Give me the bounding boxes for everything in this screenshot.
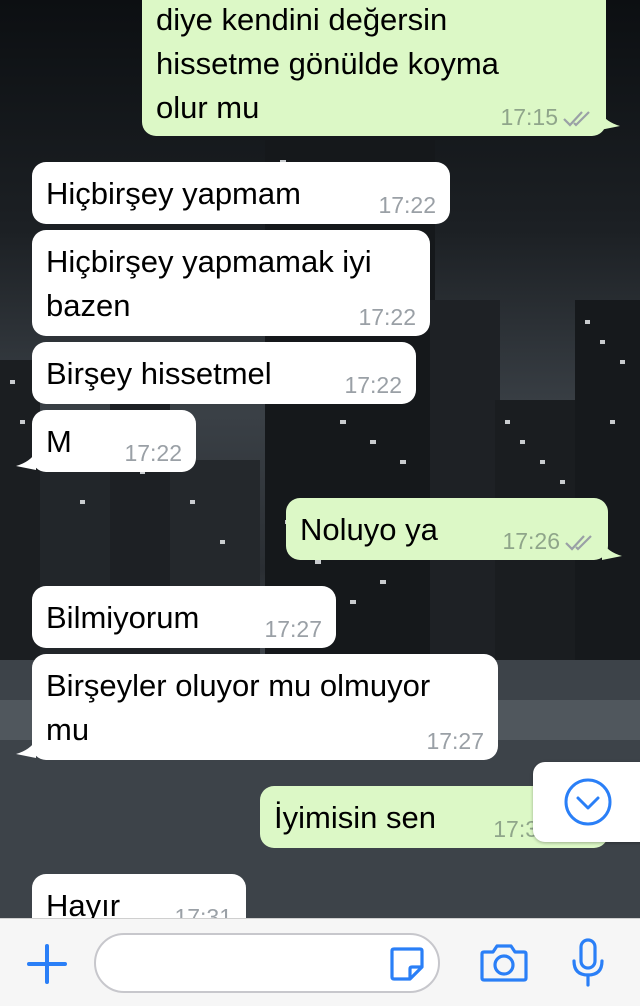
message-bubble-incoming[interactable]: Birşey hissetmel 17:22 <box>32 342 416 404</box>
message-bubble-incoming[interactable]: M 17:22 <box>32 410 196 472</box>
message-time: 17:27 <box>264 616 322 642</box>
message-text: Birşeyler oluyor mu olmuyor mu <box>46 668 431 747</box>
attach-button[interactable] <box>22 939 72 989</box>
message-time: 17:22 <box>378 192 436 218</box>
bubble-tail <box>16 452 36 470</box>
message-time: 17:26 <box>502 528 560 554</box>
bubble-tail <box>600 112 620 130</box>
double-check-icon <box>563 111 590 127</box>
camera-icon <box>480 944 528 982</box>
message-bubble-incoming[interactable]: Birşeyler oluyor mu olmuyor mu 17:27 <box>32 654 498 760</box>
message-time: 17:22 <box>358 304 416 330</box>
camera-button[interactable] <box>476 937 532 989</box>
message-time: 17:15 <box>500 104 558 130</box>
message-time: 17:27 <box>426 728 484 754</box>
message-bubble-outgoing[interactable]: Noluyo ya 17:26 <box>286 498 608 560</box>
double-check-icon <box>565 535 592 551</box>
bubble-tail <box>16 740 36 758</box>
microphone-icon <box>572 938 604 987</box>
composer-bar <box>0 918 640 1006</box>
scroll-to-bottom-button[interactable] <box>533 762 640 842</box>
message-bubble-incoming[interactable]: Hiçbirşey yapmam 17:22 <box>32 162 450 224</box>
sticker-icon <box>390 947 424 981</box>
microphone-button[interactable] <box>564 935 612 991</box>
sticker-button[interactable] <box>386 943 428 985</box>
message-time: 17:22 <box>124 440 182 466</box>
plus-icon <box>27 944 67 984</box>
message-bubble-outgoing[interactable]: diye kendini değersin hissetme gönülde k… <box>142 0 606 136</box>
message-bubble-incoming[interactable]: Hiçbirşey yapmamak iyi bazen 17:22 <box>32 230 430 336</box>
chevron-down-circle-icon <box>564 778 612 826</box>
message-time: 17:3 <box>493 816 538 842</box>
message-time: 17:22 <box>344 372 402 398</box>
message-input[interactable] <box>94 933 440 993</box>
message-bubble-incoming[interactable]: Bilmiyorum 17:27 <box>32 586 336 648</box>
bubble-tail <box>602 542 622 560</box>
